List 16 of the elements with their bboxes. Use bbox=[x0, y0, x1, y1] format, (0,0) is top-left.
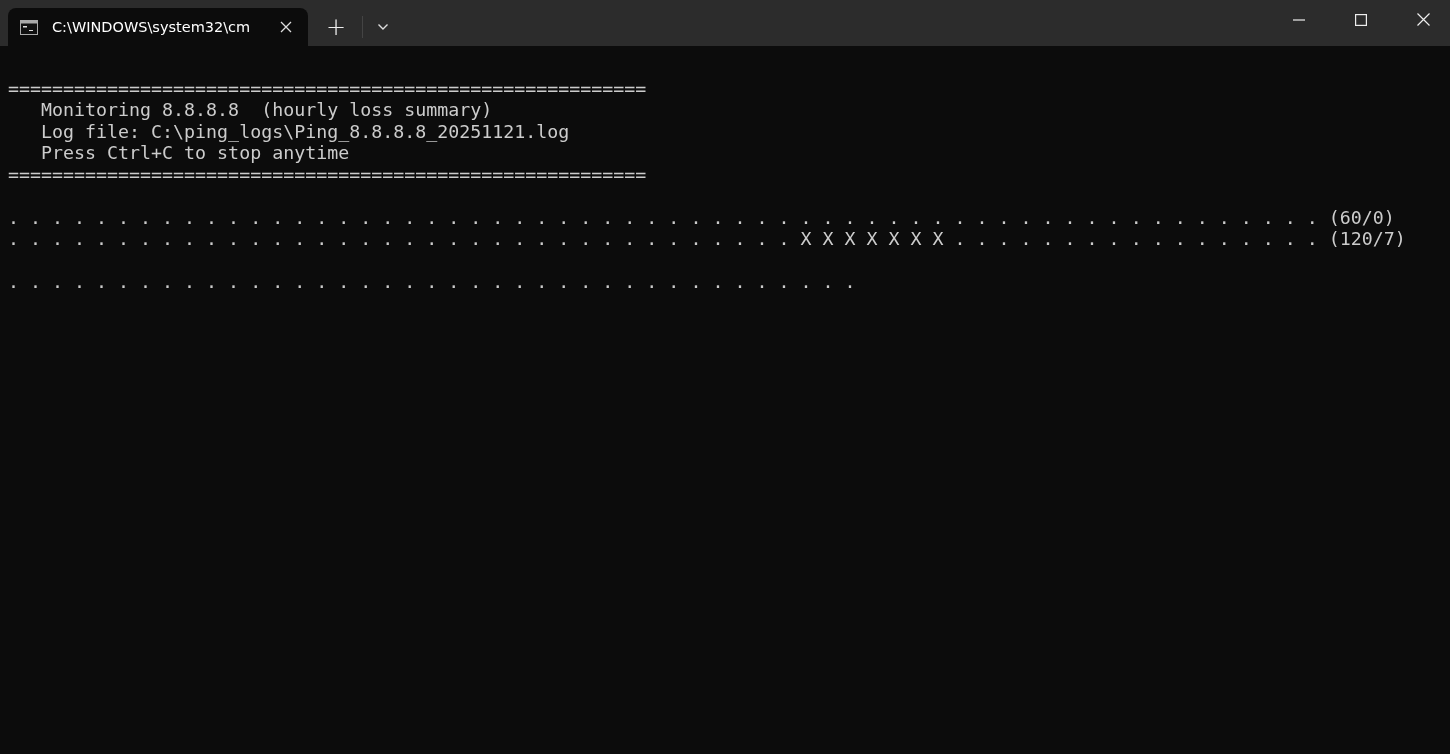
terminal-line: . . . . . . . . . . . . . . . . . . . . . . . . . . . . . . . . . . . . . . . bbox=[8, 271, 856, 292]
terminal-line: . . . . . . . . . . . . . . . . . . . . . . . . . . . . . . . . . . . . . . . . . . . . . . . . . . . . . . . . . . . . (60/0) bbox=[8, 206, 1395, 228]
chevron-down-icon[interactable] bbox=[377, 23, 390, 31]
close-tab-icon[interactable] bbox=[280, 21, 292, 33]
terminal-line: ========================================================== bbox=[8, 163, 647, 185]
maximize-icon[interactable] bbox=[1355, 14, 1367, 26]
terminal-line: Press Ctrl+C to stop anytime bbox=[40, 142, 350, 163]
terminal-tab[interactable]: C:\WINDOWS\system32\cm bbox=[8, 8, 308, 46]
terminal-line: Log file: C:\ping_logs\Ping_8.8.8.8_20251121.log bbox=[40, 120, 570, 142]
new-tab-button[interactable]: + bbox=[320, 8, 353, 46]
terminal-line: . . . . . . . . . . . . . . . . . . . . . . . . . . . . . . . . . . . . X X X X X X X . . . . . . . . . . . . . . . . . (120/7) bbox=[8, 228, 1406, 249]
terminal-line: Monitoring 8.8.8.8 (hourly loss summary) bbox=[40, 99, 493, 120]
close-icon[interactable] bbox=[1417, 13, 1430, 26]
tab-title: C:\WINDOWS\system32\cm bbox=[52, 19, 252, 35]
terminal-line: ========================================================== bbox=[8, 77, 647, 99]
console-icon bbox=[20, 19, 38, 35]
